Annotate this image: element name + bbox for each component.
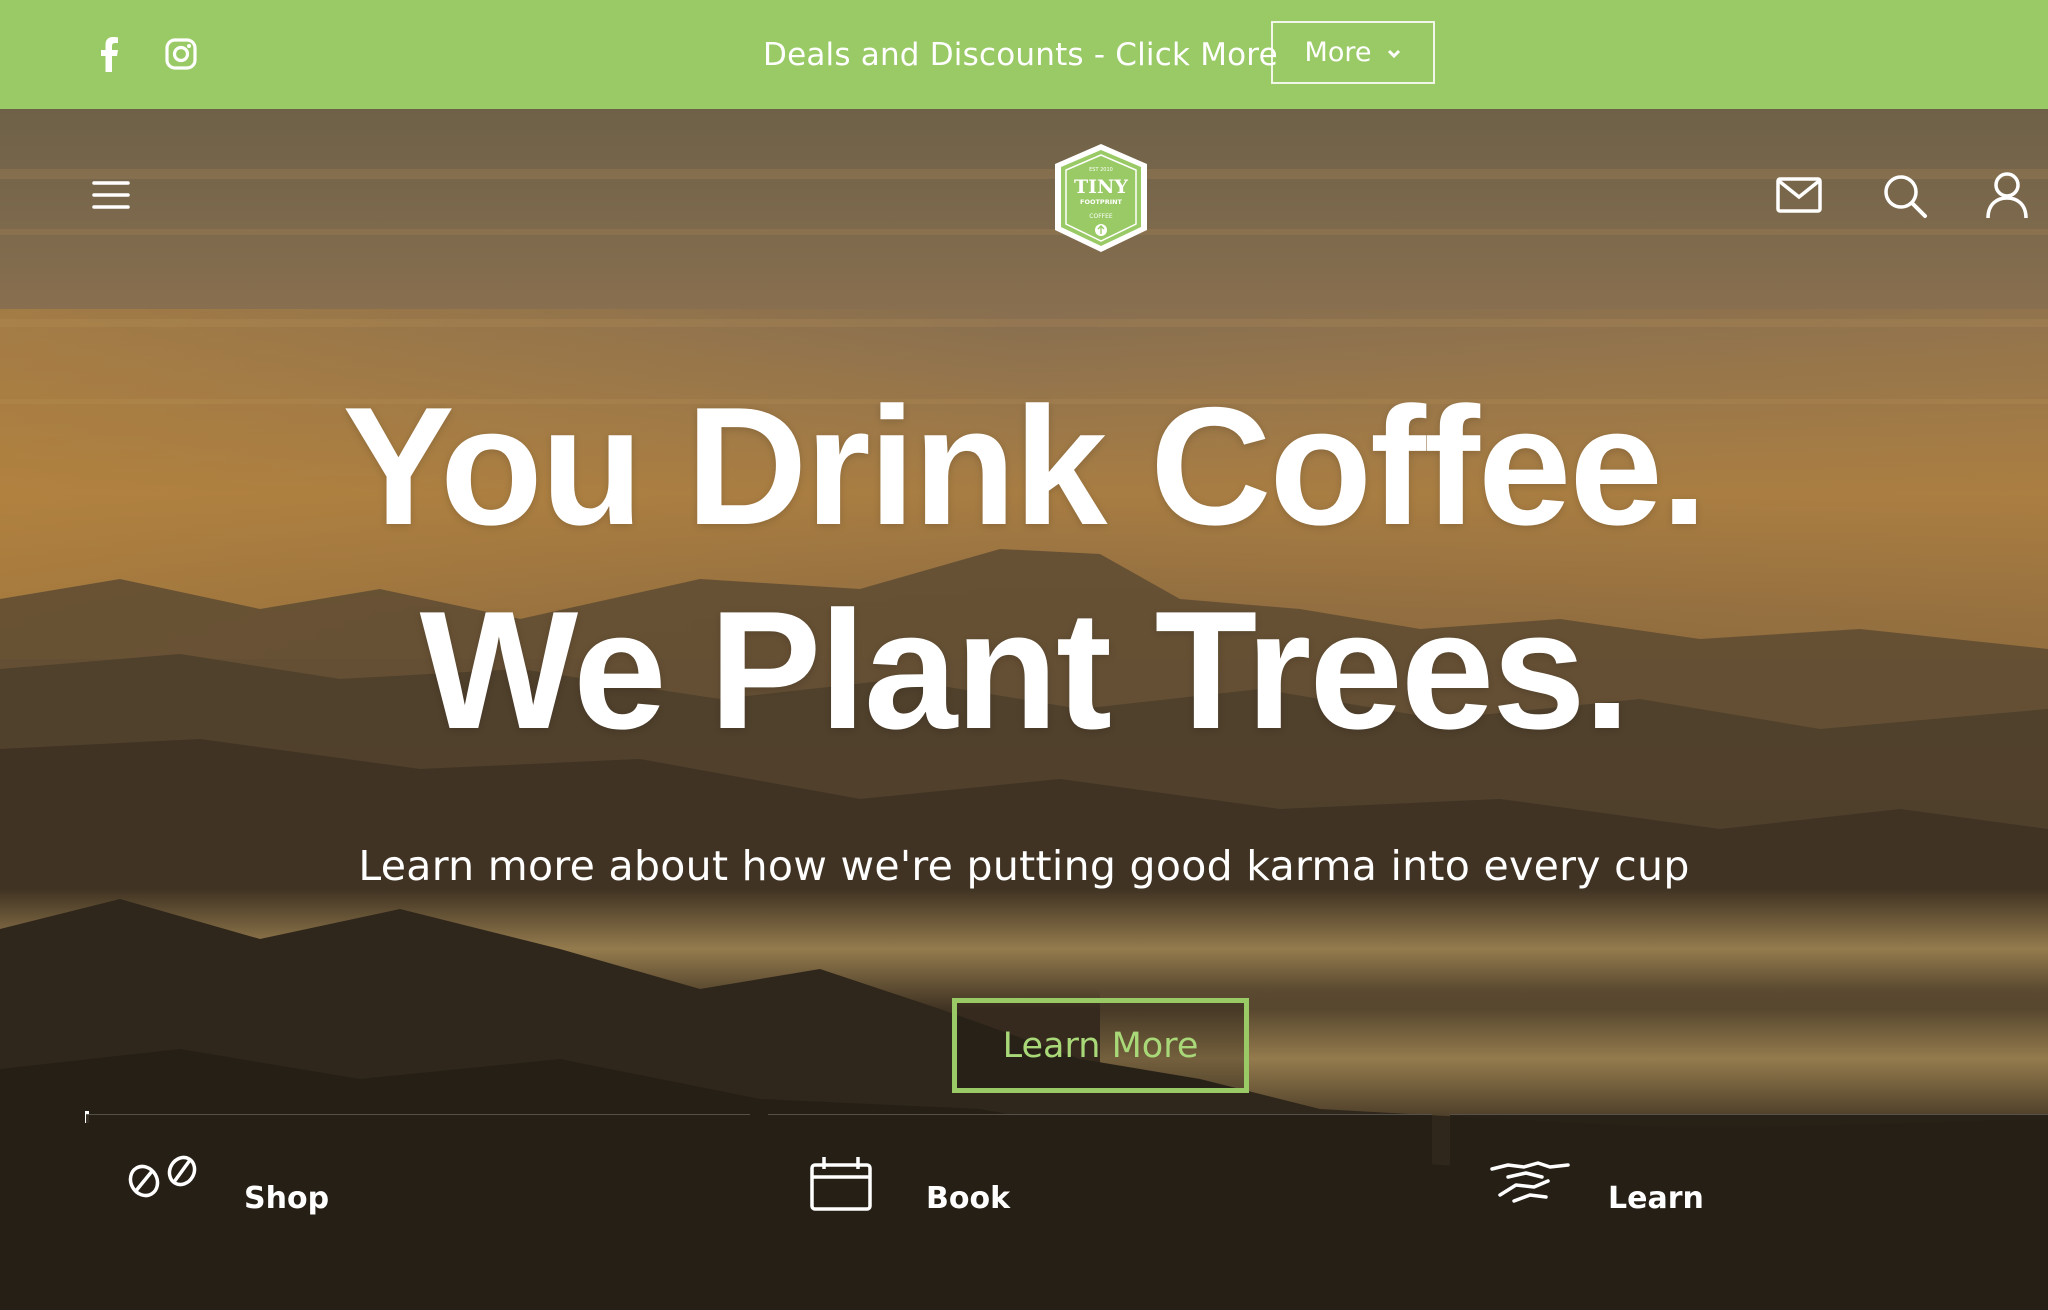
more-dropdown-button[interactable]: More [1271, 21, 1435, 84]
handshake-icon [1490, 1155, 1570, 1209]
tile-label-shop: Shop [244, 1181, 330, 1216]
tile-shop[interactable]: Shop [86, 1114, 750, 1216]
tile-book[interactable]: Book [768, 1114, 1432, 1216]
mail-icon[interactable] [1776, 177, 1822, 217]
coffee-beans-icon [126, 1155, 202, 1203]
logo[interactable]: EST 2010 TINY FOOTPRINT COFFEE [1051, 142, 1151, 258]
account-icon[interactable] [1985, 171, 2029, 223]
tile-label-book: Book [926, 1181, 1011, 1216]
instagram-icon[interactable] [165, 34, 197, 74]
more-button-label: More [1304, 37, 1372, 68]
hero-headline-line2: We Plant Trees. [419, 576, 1631, 764]
logo-est-text: EST 2010 [1089, 167, 1113, 173]
hero-headline-line1: You Drink Coffee. [342, 372, 1708, 560]
menu-icon[interactable] [92, 179, 130, 215]
search-icon[interactable] [1882, 173, 1928, 223]
tile-label-learn: Learn [1608, 1181, 1704, 1216]
facebook-icon[interactable] [100, 34, 118, 74]
logo-coffee-text: COFFEE [1089, 213, 1113, 220]
logo-footprint-text: FOOTPRINT [1080, 198, 1123, 206]
chevron-down-icon [1388, 49, 1401, 58]
calendar-icon [808, 1155, 872, 1215]
hero-subheadline: Learn more about how we're putting good … [358, 842, 1690, 890]
logo-tiny-text: TINY [1074, 176, 1128, 198]
announcement-text[interactable]: Deals and Discounts - Click More [763, 0, 1278, 109]
learn-more-button[interactable]: Learn More [952, 998, 1249, 1093]
announcement-bar: Deals and Discounts - Click More More [0, 0, 2048, 109]
tile-learn[interactable]: Learn [1450, 1114, 2048, 1216]
